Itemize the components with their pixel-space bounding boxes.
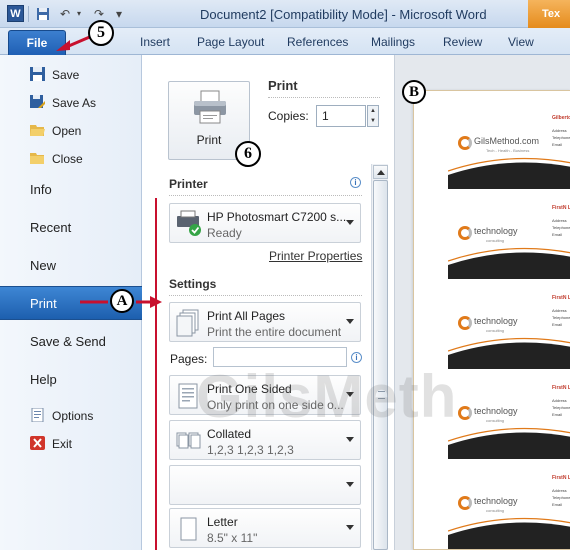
step-5-callout: 5 [88,20,114,46]
annotation-arrows [56,34,162,308]
step-6-callout: 6 [235,141,261,167]
arrow-head-file [56,40,70,51]
marker-a-callout: A [110,289,134,313]
marker-b-callout: B [402,80,426,104]
arrow-head-settings [150,296,162,308]
